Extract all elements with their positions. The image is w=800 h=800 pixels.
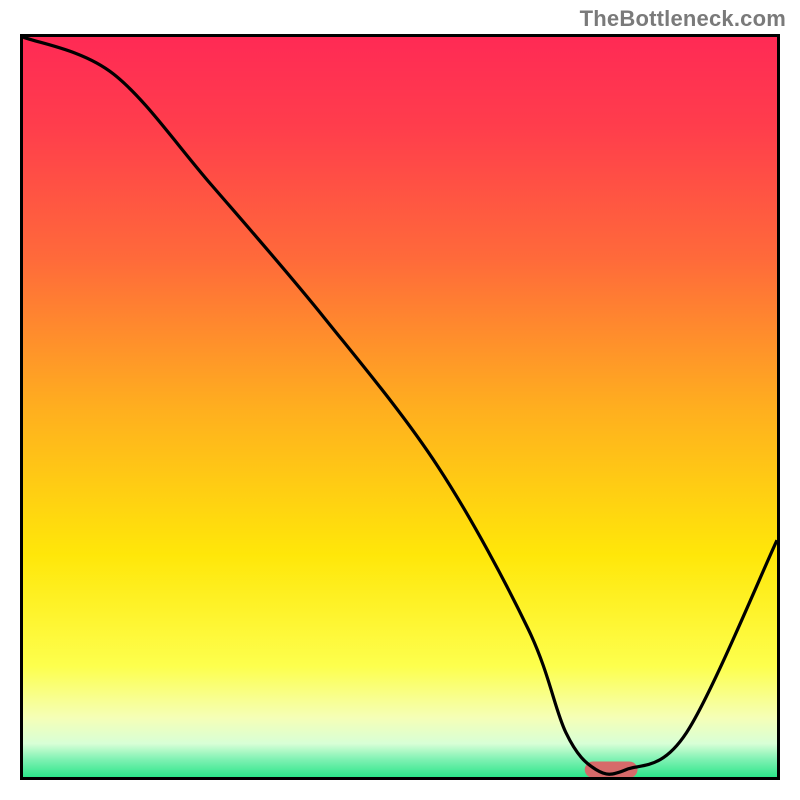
chart-container: TheBottleneck.com [0, 0, 800, 800]
bottleneck-chart [23, 37, 777, 777]
gradient-background [23, 37, 777, 777]
plot-frame [20, 34, 780, 780]
watermark-text: TheBottleneck.com [580, 6, 786, 32]
